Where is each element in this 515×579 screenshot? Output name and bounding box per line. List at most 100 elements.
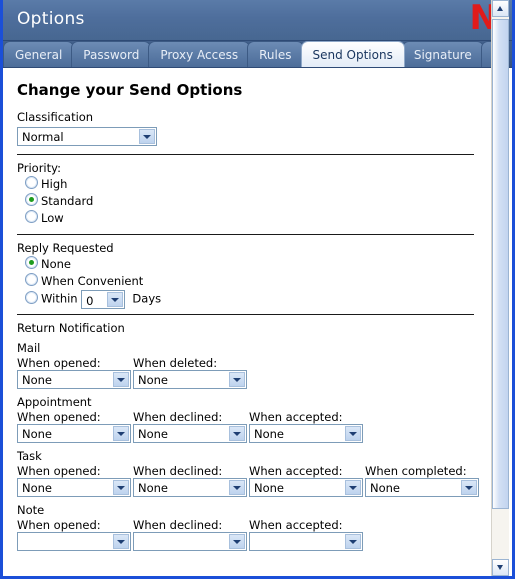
notification-select-task-when-accepted[interactable]: None <box>249 478 363 497</box>
notification-select-task-when-completed[interactable]: None <box>365 478 479 497</box>
tab-label: Proxy Access <box>160 48 239 62</box>
priority-radio-standard[interactable]: Standard <box>25 193 512 209</box>
priority-radio-high[interactable]: High <box>25 176 512 192</box>
notification-select-row: None None <box>17 370 512 389</box>
chevron-down-icon[interactable] <box>229 534 245 549</box>
classification-select[interactable]: Normal <box>17 127 157 146</box>
select-value: None <box>254 427 285 441</box>
radio-label: High <box>41 177 68 191</box>
chevron-down-icon[interactable] <box>139 129 155 144</box>
notification-select-row: None None None <box>17 424 512 443</box>
scroll-up-arrow-icon[interactable] <box>492 0 509 17</box>
reply-requested-radio-within[interactable]: Within 0 Days <box>25 290 512 309</box>
classification-section: Classification Normal <box>17 110 512 146</box>
chevron-down-icon[interactable] <box>461 480 477 495</box>
notification-group-title: Mail <box>17 341 41 355</box>
radio-button-icon[interactable] <box>25 256 38 269</box>
notification-column-labels: When opened: When deleted: <box>17 356 512 370</box>
notification-select-appointment-when-declined[interactable]: None <box>133 424 247 443</box>
chevron-down-icon[interactable] <box>229 426 245 441</box>
chevron-down-icon[interactable] <box>345 534 361 549</box>
tab-proxy-access[interactable]: Proxy Access <box>148 41 251 67</box>
notification-select-mail-when-deleted[interactable]: None <box>133 370 247 389</box>
chevron-down-icon[interactable] <box>113 426 129 441</box>
reply-requested-radio-none[interactable]: None <box>25 256 512 272</box>
select-value: None <box>22 373 53 387</box>
return-notification-groups: Mail When opened: When deleted: None None App… <box>3 341 512 551</box>
notification-column-label: When opened: <box>17 518 101 532</box>
chevron-down-icon[interactable] <box>113 372 129 387</box>
notification-column-label: When opened: <box>17 410 101 424</box>
chevron-down-icon[interactable] <box>113 480 129 495</box>
tab-rules[interactable]: Rules <box>247 41 304 67</box>
tab-label: Signature <box>413 48 472 62</box>
notification-group-title: Note <box>17 503 45 517</box>
radio-label: Within <box>41 291 78 306</box>
reply-requested-radio-when-convenient[interactable]: When Convenient <box>25 273 512 289</box>
notification-group-title: Appointment <box>17 395 92 409</box>
notification-column-labels: When opened: When declined: When accepted: <box>17 410 512 424</box>
radio-label: Standard <box>41 194 94 208</box>
notification-select-note-when-declined[interactable] <box>133 532 247 551</box>
radio-button-icon[interactable] <box>25 210 38 223</box>
chevron-down-icon[interactable] <box>113 534 129 549</box>
notification-column-label: When accepted: <box>249 410 343 424</box>
notification-select-mail-when-opened[interactable]: None <box>17 370 131 389</box>
notification-select-task-when-opened[interactable]: None <box>17 478 131 497</box>
notification-column-label: When opened: <box>17 464 101 478</box>
reply-requested-label: Reply Requested <box>17 241 114 255</box>
notification-column-label: When accepted: <box>249 518 343 532</box>
chevron-down-icon[interactable] <box>345 480 361 495</box>
chevron-down-icon[interactable] <box>107 292 124 307</box>
tab-label: Rules <box>259 48 292 62</box>
notification-select-task-when-declined[interactable]: None <box>133 478 247 497</box>
select-value: None <box>254 481 285 495</box>
page-title: Change your Send Options <box>17 81 243 99</box>
select-value: None <box>138 481 169 495</box>
priority-radio-low[interactable]: Low <box>25 210 512 226</box>
reply-within-unit-label: Days <box>125 291 162 306</box>
notification-select-appointment-when-opened[interactable]: None <box>17 424 131 443</box>
radio-button-icon[interactable] <box>25 273 38 286</box>
select-value: 0 <box>86 294 94 308</box>
tab-label: Password <box>83 48 140 62</box>
radio-button-icon[interactable] <box>25 290 38 304</box>
select-value: None <box>138 427 169 441</box>
radio-label: Low <box>41 211 64 225</box>
options-window: Options N General Password Proxy Access Rul… <box>0 0 515 579</box>
scroll-down-arrow-icon[interactable] <box>492 559 509 576</box>
notification-select-appointment-when-accepted[interactable]: None <box>249 424 363 443</box>
radio-button-icon[interactable] <box>25 193 38 206</box>
divider <box>17 234 474 235</box>
notification-column-label: When declined: <box>133 518 223 532</box>
classification-value: Normal <box>22 130 64 144</box>
notification-column-label: When deleted: <box>133 356 218 370</box>
divider <box>17 154 474 155</box>
chevron-down-icon[interactable] <box>229 372 245 387</box>
chevron-down-icon[interactable] <box>345 426 361 441</box>
tab-send-options[interactable]: Send Options <box>300 41 405 67</box>
priority-label: Priority: <box>17 161 61 175</box>
notification-column-label: When declined: <box>133 410 223 424</box>
scrollbar-thumb[interactable] <box>492 19 509 509</box>
radio-button-icon[interactable] <box>25 176 38 189</box>
tab-general[interactable]: General <box>3 41 75 67</box>
notification-column-label: When declined: <box>133 464 223 478</box>
tab-label: General <box>15 48 63 62</box>
notification-group-title: Task <box>17 449 42 463</box>
tab-signature[interactable]: Signature <box>401 41 484 67</box>
reply-within-days-select[interactable]: 0 <box>81 290 126 309</box>
tab-bar: General Password Proxy Access Rules Send Opt… <box>3 41 512 68</box>
notification-column-labels: When opened: When declined: When accepted:… <box>17 464 512 478</box>
divider <box>17 314 474 315</box>
vertical-scrollbar[interactable] <box>491 0 509 576</box>
tab-label: Send Options <box>312 48 393 62</box>
notification-column-label: When completed: <box>365 464 467 478</box>
chevron-down-icon[interactable] <box>229 480 245 495</box>
classification-label: Classification <box>17 110 94 124</box>
notification-select-note-when-accepted[interactable] <box>249 532 363 551</box>
tab-password[interactable]: Password <box>71 41 152 67</box>
notification-column-labels: When opened: When declined: When accepted: <box>17 518 512 532</box>
settings-content-panel: Change your Send Options Classification … <box>3 68 512 576</box>
notification-select-note-when-opened[interactable] <box>17 532 131 551</box>
